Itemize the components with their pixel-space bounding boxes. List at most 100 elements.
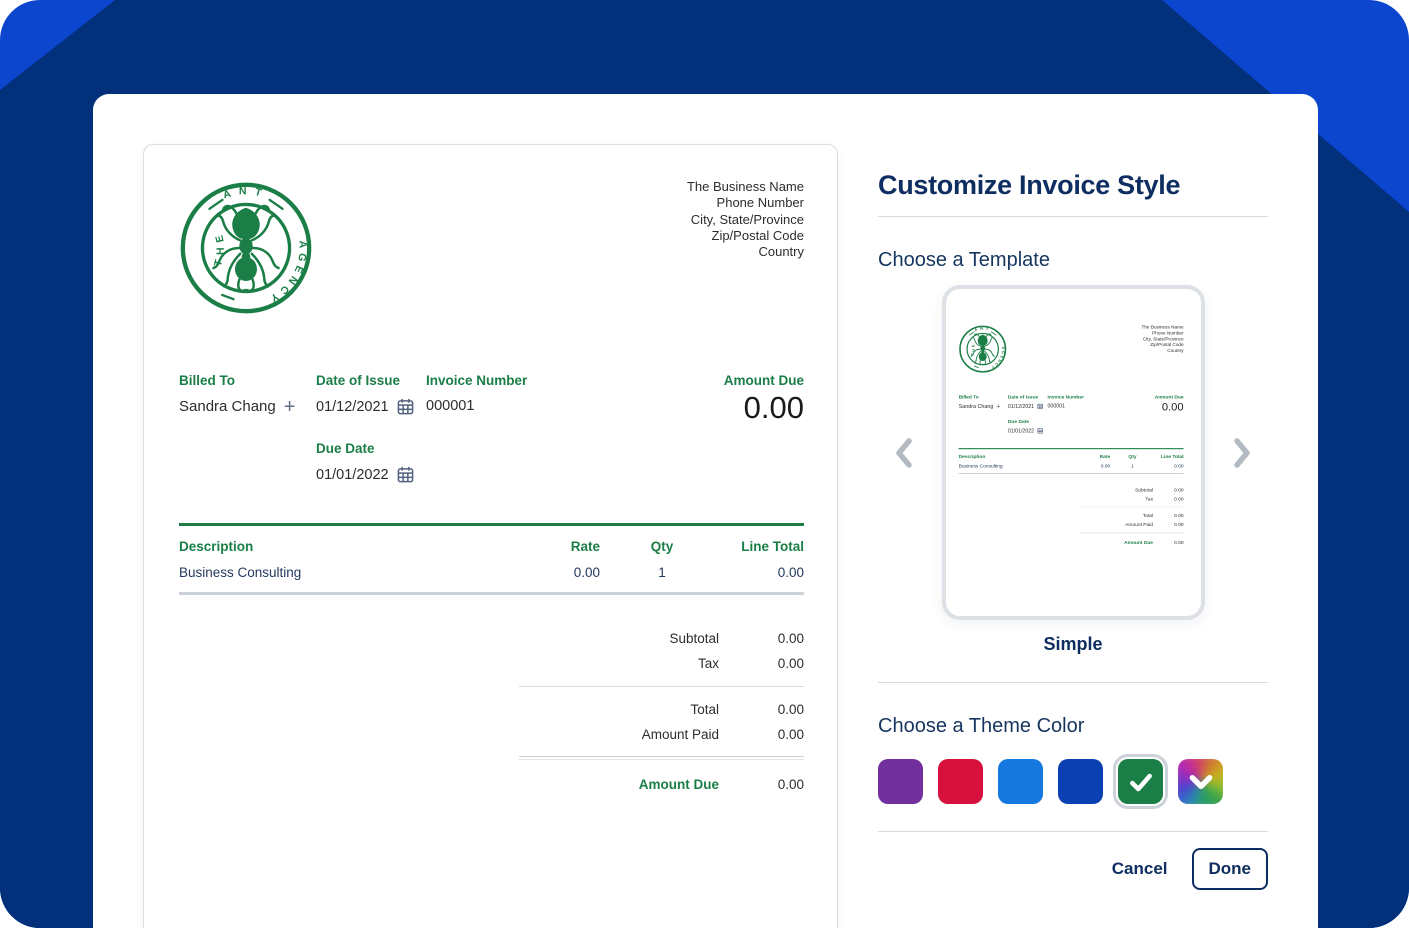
summary-double-divider: [519, 756, 804, 760]
color-swatch-dark-blue[interactable]: [1058, 759, 1103, 804]
mini-invoice-number-label: Invoice Number: [1047, 394, 1084, 400]
mini-business-info: The Business Name Phone Number City, Sta…: [1141, 324, 1183, 353]
mini-subtotal-label: Subtotal: [1134, 487, 1153, 493]
invoice-summary: Subtotal 0.00 Tax 0.00 Total 0.00 Amount…: [519, 626, 804, 797]
business-info: The Business Name Phone Number City, Sta…: [687, 179, 804, 260]
billed-to-value[interactable]: Sandra Chang: [179, 398, 276, 415]
mini-billed-to-label: Billed To: [958, 394, 979, 400]
cancel-button[interactable]: Cancel: [1112, 859, 1168, 879]
mini-row-qty: 1: [1130, 463, 1134, 469]
customize-invoice-modal: ANT THE AGENCY The Business Name Phone N…: [93, 94, 1318, 928]
business-phone: Phone Number: [716, 195, 804, 211]
mini-plus-icon: +: [995, 402, 1001, 411]
mini-summary-amount-due-value: 0.00: [1173, 539, 1184, 545]
panel-divider: [878, 216, 1268, 217]
mini-subtotal-value: 0.00: [1173, 487, 1184, 493]
table-bottom-divider: [179, 592, 804, 595]
mini-tax-value: 0.00: [1173, 496, 1184, 502]
panel-divider: [878, 831, 1268, 832]
business-country: Country: [758, 244, 804, 260]
choose-color-heading: Choose a Theme Color: [878, 715, 1085, 737]
summary-amount-due-value: 0.00: [777, 777, 804, 792]
mini-amount-paid-label: Amount Paid: [1124, 521, 1153, 527]
mini-row-description: Business Consulting: [958, 463, 1003, 469]
table-row: Business Consulting 0.00 1 0.00: [179, 565, 804, 580]
row-line-total: 0.00: [777, 565, 804, 580]
color-swatch-blue[interactable]: [998, 759, 1043, 804]
next-template-button[interactable]: [1222, 431, 1262, 475]
add-customer-plus-icon[interactable]: +: [284, 397, 296, 417]
chevron-right-icon: [1234, 437, 1250, 468]
previous-template-button[interactable]: [884, 431, 924, 475]
invoice-number-label: Invoice Number: [426, 373, 528, 388]
mini-row-line-total: 0.00: [1173, 463, 1184, 469]
subtotal-label: Subtotal: [669, 631, 719, 646]
template-simple-card[interactable]: ANT THE AGENCY The Business Name Phone N…: [941, 285, 1205, 620]
due-date-label: Due Date: [316, 441, 375, 456]
mini-row-rate: 0.00: [1100, 463, 1110, 469]
mini-col-line-total: Line Total: [1160, 453, 1184, 460]
date-of-issue-value[interactable]: 01/12/2021: [316, 399, 389, 415]
amount-paid-label: Amount Paid: [641, 727, 719, 742]
color-swatch-purple[interactable]: [878, 759, 923, 804]
background-canvas: ANT THE AGENCY The Business Name Phone N…: [0, 0, 1409, 928]
col-header-line-total: Line Total: [741, 539, 804, 554]
line-items-table: Description Rate Qty Line Total Business…: [179, 523, 804, 595]
chevron-down-icon: [1189, 774, 1212, 789]
mini-date-of-issue-value: 01/12/2021: [1007, 403, 1034, 410]
mini-business-country: Country: [1166, 347, 1184, 354]
date-of-issue-label: Date of Issue: [316, 373, 401, 388]
done-button[interactable]: Done: [1191, 848, 1268, 890]
mini-logo-arc-right-text: AGENCY: [989, 346, 1003, 369]
mini-total-value: 0.00: [1173, 512, 1184, 518]
billed-to-label: Billed To: [179, 373, 235, 388]
mini-billed-to-value: Sandra Chang: [958, 403, 993, 410]
color-swatch-custom[interactable]: [1178, 759, 1223, 804]
tax-value: 0.00: [777, 656, 804, 671]
color-swatch-red[interactable]: [938, 759, 983, 804]
calendar-icon[interactable]: [397, 398, 414, 415]
row-qty: 1: [658, 565, 666, 580]
amount-paid-value: 0.00: [777, 727, 804, 742]
invoice-number-value[interactable]: 000001: [426, 398, 474, 414]
row-description: Business Consulting: [179, 565, 302, 580]
mini-total-label: Total: [1142, 512, 1153, 518]
calendar-icon[interactable]: [397, 466, 414, 483]
business-zip: Zip/Postal Code: [711, 227, 805, 243]
col-header-rate: Rate: [570, 539, 600, 554]
due-date-value[interactable]: 01/01/2022: [316, 467, 389, 483]
amount-due-value: 0.00: [743, 390, 804, 425]
col-header-qty: Qty: [650, 539, 674, 554]
choose-template-heading: Choose a Template: [878, 249, 1050, 271]
check-icon: [1129, 773, 1152, 791]
mini-calendar-icon: [1036, 403, 1043, 410]
total-label: Total: [690, 702, 719, 717]
mini-amount-paid-value: 0.00: [1173, 521, 1184, 527]
amount-due-label: Amount Due: [723, 373, 804, 388]
mini-col-description: Description: [958, 453, 985, 460]
customize-panel: Customize Invoice Style Choose a Templat…: [878, 94, 1268, 890]
color-swatch-green-selected[interactable]: [1113, 754, 1168, 809]
mini-due-date-value: 01/01/2022: [1007, 427, 1034, 434]
template-name-label: Simple: [1043, 634, 1103, 654]
col-header-description: Description: [179, 539, 254, 554]
mini-amount-due-label: Amount Due: [1154, 394, 1184, 400]
mini-tax-label: Tax: [1144, 496, 1153, 502]
business-city: City, State/Province: [690, 211, 804, 227]
mini-col-rate: Rate: [1099, 453, 1110, 460]
mini-ant-agency-logo: ANT THE AGENCY: [958, 325, 1006, 373]
summary-amount-due-label: Amount Due: [638, 777, 719, 792]
template-carousel: ANT THE AGENCY The Business Name Phone N…: [878, 285, 1268, 620]
mini-col-qty: Qty: [1127, 453, 1137, 460]
chevron-left-icon: [896, 437, 912, 468]
summary-divider: [519, 686, 804, 687]
mini-calendar-icon: [1036, 427, 1043, 434]
row-rate: 0.00: [573, 565, 600, 580]
mini-date-of-issue-label: Date of Issue: [1007, 394, 1038, 400]
tax-label: Tax: [697, 656, 719, 671]
mini-amount-due-value: 0.00: [1161, 400, 1184, 413]
panel-title: Customize Invoice Style: [878, 170, 1181, 200]
panel-divider: [878, 682, 1268, 683]
mini-summary-amount-due-label: Amount Due: [1123, 539, 1153, 545]
subtotal-value: 0.00: [777, 631, 804, 646]
